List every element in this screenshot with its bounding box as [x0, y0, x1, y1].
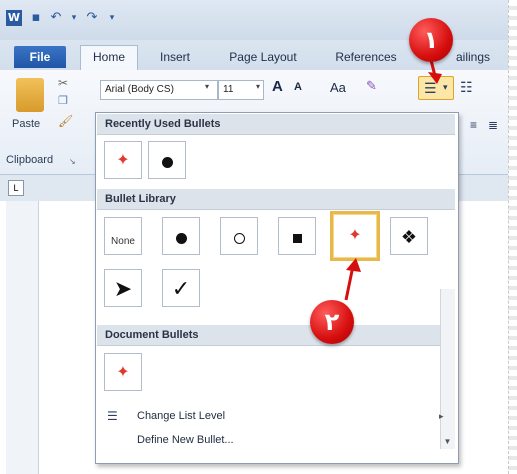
- step-badge-two: ٢: [310, 300, 354, 344]
- step-badge-one: ١: [409, 18, 453, 62]
- callout-arrows: [344, 59, 442, 301]
- arrow-two-head: [346, 258, 361, 272]
- arrow-two-line: [344, 265, 355, 301]
- torn-edge: [508, 0, 517, 474]
- arrow-one-head: [428, 72, 442, 84]
